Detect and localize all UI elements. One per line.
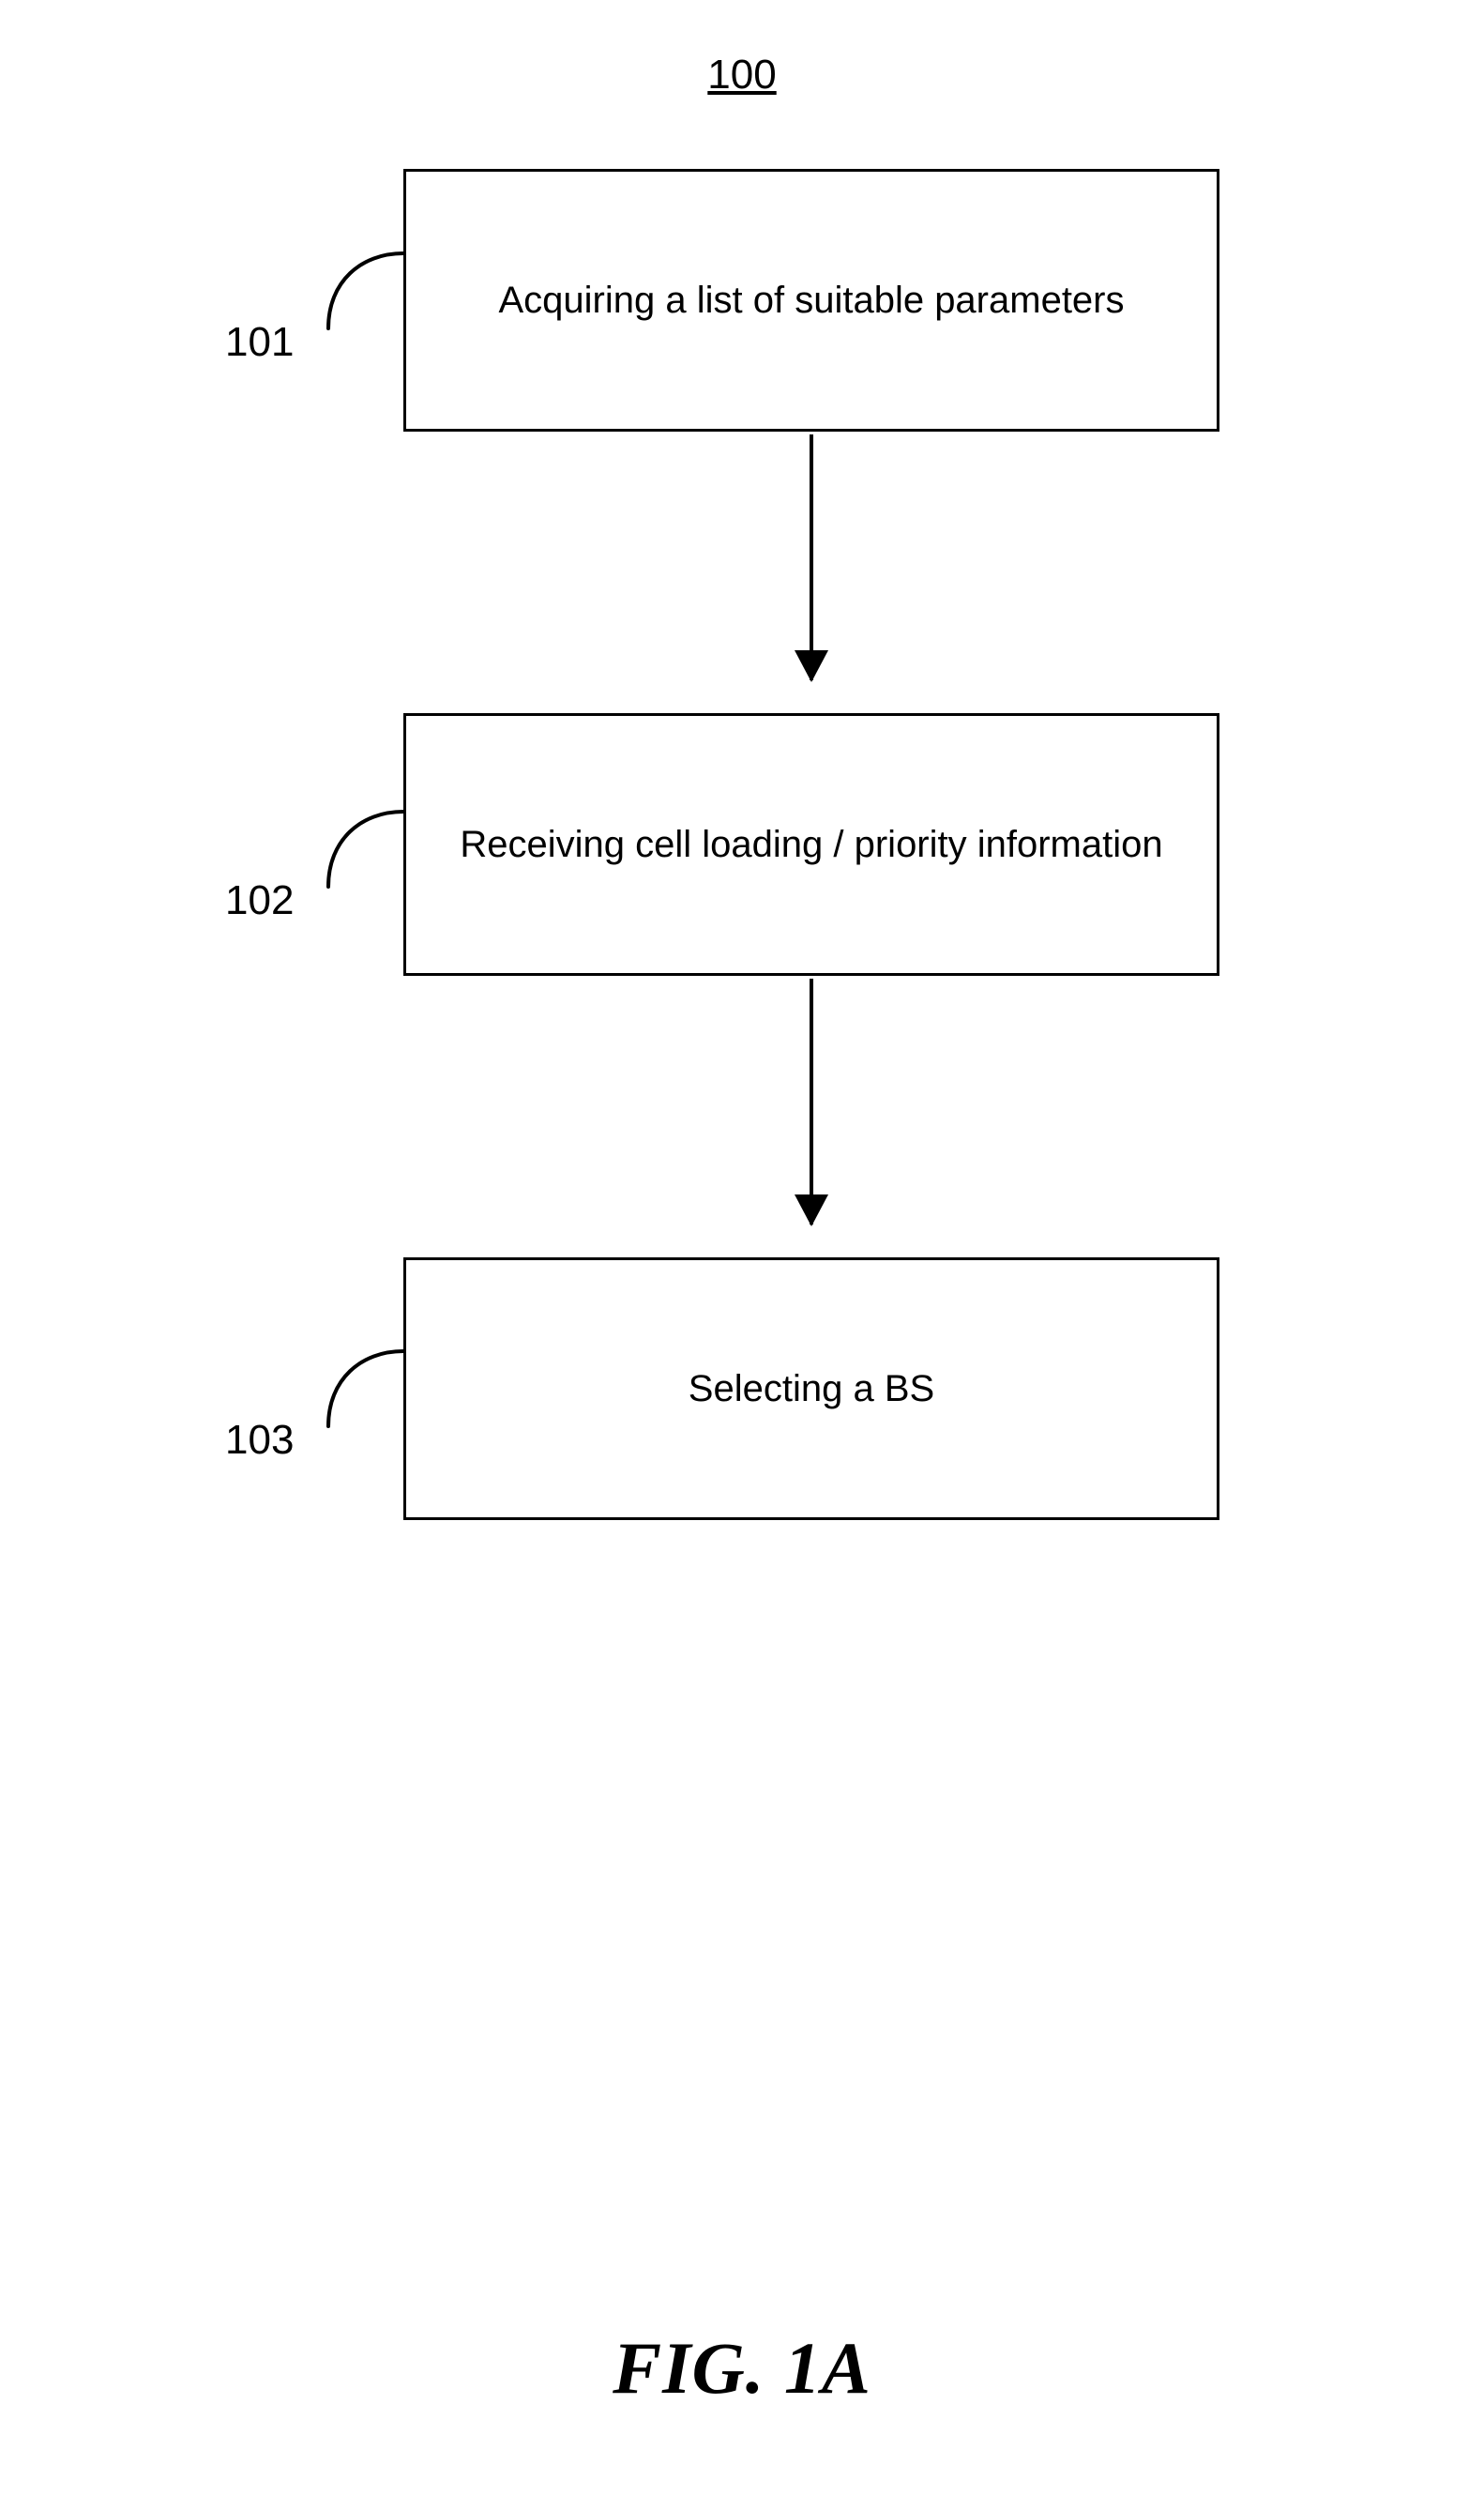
- step-text: Selecting a BS: [689, 1365, 934, 1412]
- callout-curve-icon: [324, 1346, 408, 1431]
- step-box-103: Selecting a BS: [403, 1257, 1219, 1520]
- callout-curve-icon: [324, 807, 408, 891]
- step-ref-101: 101: [225, 319, 294, 366]
- step-ref-103: 103: [225, 1417, 294, 1464]
- arrow-down-icon: [810, 979, 813, 1225]
- step-box-102: Receiving cell loading / priority inform…: [403, 713, 1219, 976]
- arrow-down-icon: [810, 434, 813, 680]
- step-text: Acquiring a list of suitable parameters: [499, 277, 1125, 324]
- figure-caption: FIG. 1A: [613, 2326, 871, 2411]
- flowchart-page: 100 101 Acquiring a list of suitable par…: [0, 0, 1484, 2495]
- step-text: Receiving cell loading / priority inform…: [460, 821, 1162, 868]
- callout-curve-icon: [324, 249, 408, 333]
- step-ref-102: 102: [225, 877, 294, 924]
- diagram-title-ref: 100: [707, 52, 776, 99]
- step-box-101: Acquiring a list of suitable parameters: [403, 169, 1219, 432]
